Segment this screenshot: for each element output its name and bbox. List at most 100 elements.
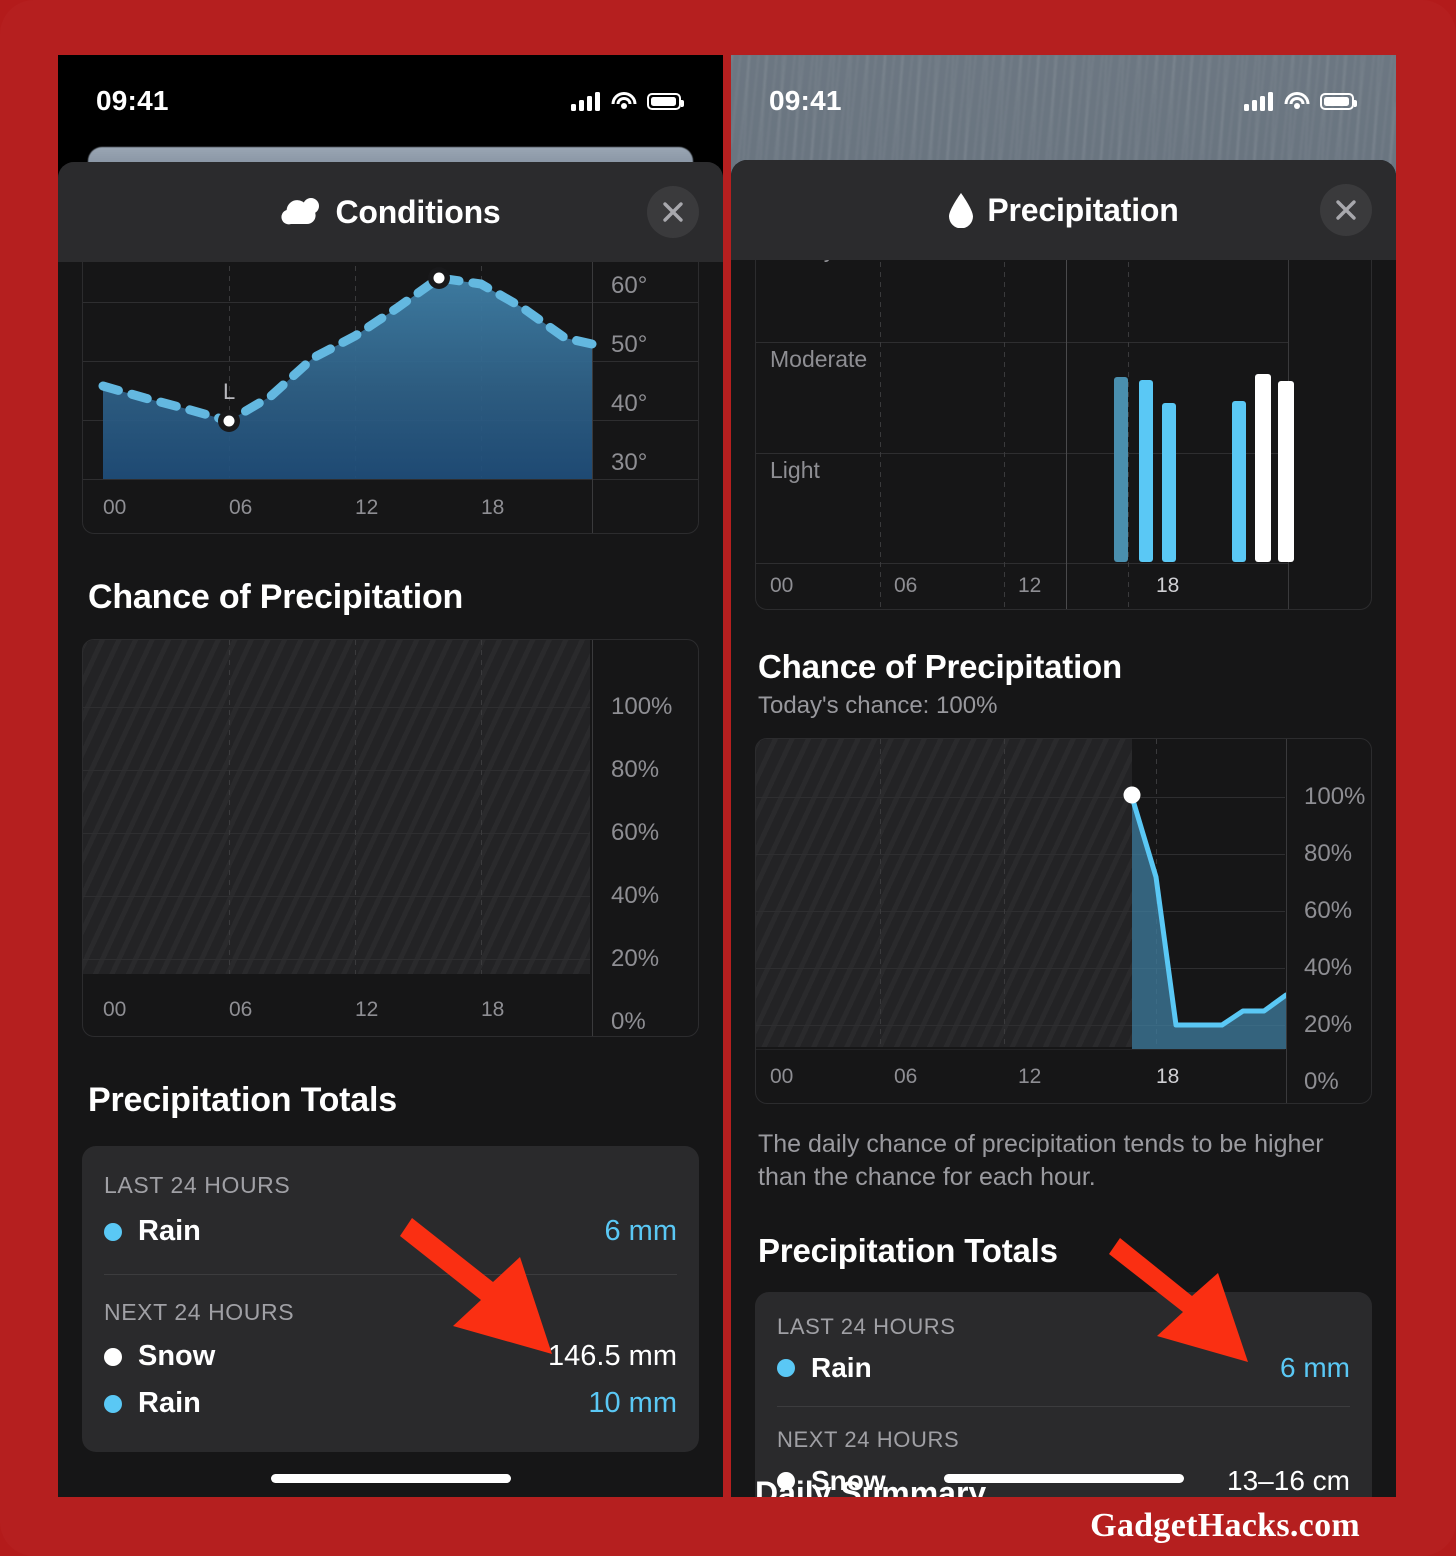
chance-y-tick: 40% — [611, 882, 660, 909]
left-chance-section-title: Chance of Precipitation — [88, 578, 464, 616]
home-indicator — [943, 1474, 1184, 1483]
temp-x-tick: 12 — [355, 496, 379, 519]
signal-bars-icon — [571, 91, 600, 111]
signal-bars-icon — [1244, 91, 1273, 111]
temp-x-tick: 06 — [229, 496, 253, 519]
table-row: Snow 146.5 mm — [104, 1340, 677, 1373]
rain-dot — [777, 1359, 795, 1377]
totals-name: Snow — [138, 1340, 216, 1372]
right-chance-x-tick: 12 — [1018, 1065, 1042, 1088]
right-chance-x-tick: 06 — [894, 1065, 918, 1088]
left-chance-chart: 100% 80% 60% 40% 20% 0% 00 06 12 18 — [82, 639, 699, 1037]
chance-y-tick: 100% — [611, 693, 673, 720]
right-chance-y-tick: 0% — [1304, 1068, 1339, 1095]
intensity-y-tick: Moderate — [770, 346, 868, 372]
totals-name: Rain — [138, 1387, 201, 1419]
low-temp-marker: L — [223, 379, 236, 404]
table-row: Rain 6 mm — [104, 1215, 677, 1248]
phone-right: 09:41 Precipitation Moderate Light 00 06… — [731, 55, 1396, 1497]
totals-group-label: LAST 24 HOURS — [777, 1314, 956, 1339]
chance-y-tick: 0% — [611, 1008, 646, 1035]
right-chance-y-tick: 80% — [1304, 840, 1353, 867]
right-chance-y-tick: 100% — [1304, 783, 1366, 810]
totals-value: 6 mm — [604, 1215, 678, 1247]
rain-dot — [104, 1394, 122, 1413]
intensity-x-tick: 00 — [770, 574, 794, 597]
watermark: GadgetHacks.com — [0, 1496, 1456, 1556]
chance-x-tick: 00 — [103, 998, 127, 1021]
totals-group-label: NEXT 24 HOURS — [104, 1299, 295, 1325]
left-sheet-body[interactable]: L H 60° 50° 40° 30° 00 06 12 18 — [58, 262, 723, 1497]
totals-group-label: NEXT 24 HOURS — [777, 1427, 960, 1452]
right-chance-y-tick: 40% — [1304, 954, 1353, 981]
totals-value: 13–16 cm — [1227, 1465, 1350, 1496]
phone-left: 09:41 Conditions L 60° 50° 40° 30° 00 06… — [58, 55, 723, 1497]
intensity-y-tick: Light — [770, 457, 820, 483]
left-totals-card: LAST 24 HOURS Rain 6 mm NEXT 24 HOURS Sn… — [82, 1146, 699, 1452]
intensity-bar — [1162, 403, 1176, 562]
battery-icon — [647, 92, 684, 110]
intensity-bar — [1139, 380, 1153, 562]
right-chance-y-tick: 60% — [1304, 897, 1353, 924]
right-precipitation-sheet: Precipitation Moderate Light 00 06 12 18… — [731, 160, 1396, 1497]
table-row: Rain 6 mm — [777, 1352, 1350, 1384]
temp-y-tick: 30° — [611, 449, 648, 476]
right-status-bar: 09:41 — [731, 55, 1396, 147]
status-time: 09:41 — [96, 85, 169, 116]
right-sheet-header: Precipitation — [731, 160, 1396, 260]
chance-x-tick: 18 — [481, 998, 505, 1021]
temp-x-tick: 00 — [103, 496, 127, 519]
close-icon[interactable] — [647, 186, 699, 238]
intensity-bar — [1278, 381, 1294, 562]
right-totals-card: LAST 24 HOURS Rain 6 mm NEXT 24 HOURS Sn… — [755, 1292, 1372, 1497]
totals-value: 146.5 mm — [548, 1340, 677, 1372]
right-totals-section-title: Precipitation Totals — [758, 1232, 1058, 1269]
left-totals-section-title: Precipitation Totals — [88, 1081, 397, 1119]
intensity-bar — [1255, 374, 1271, 562]
intensity-bar — [1232, 401, 1246, 562]
left-temperature-chart: L H 60° 50° 40° 30° 00 06 12 18 — [82, 262, 699, 534]
temp-x-tick: 18 — [481, 496, 505, 519]
temp-y-tick: 60° — [611, 272, 648, 299]
close-icon[interactable] — [1320, 184, 1372, 236]
temp-y-tick: 50° — [611, 331, 648, 358]
right-sheet-title: Precipitation — [987, 191, 1179, 228]
right-chance-x-tick: 18 — [1156, 1065, 1180, 1088]
wifi-icon — [611, 91, 636, 111]
right-sheet-body[interactable]: Heavy Moderate Light 00 06 12 18 Chance … — [731, 260, 1396, 1497]
raindrop-icon — [948, 192, 974, 228]
status-indicators — [571, 91, 684, 111]
intensity-x-tick: 18 — [1156, 574, 1180, 597]
totals-name: Rain — [138, 1215, 201, 1247]
totals-group: NEXT 24 HOURS Snow 146.5 mm Rain 10 mm — [104, 1275, 677, 1446]
totals-name: Rain — [811, 1352, 872, 1383]
left-conditions-sheet: Conditions L 60° 50° 40° 30° 00 06 12 18… — [58, 162, 723, 1497]
totals-value: 6 mm — [1280, 1352, 1350, 1383]
intensity-y-tick: Heavy — [770, 260, 835, 263]
screenshot-root: 09:41 Conditions L 60° 50° 40° 30° 00 06… — [0, 0, 1456, 1556]
right-chance-section-title: Chance of Precipitation — [758, 648, 1122, 685]
status-time: 09:41 — [769, 85, 842, 116]
right-chance-y-tick: 20% — [1304, 1011, 1353, 1038]
totals-group: LAST 24 HOURS Rain 6 mm — [104, 1146, 677, 1248]
snow-dot — [104, 1347, 122, 1366]
chance-y-tick: 20% — [611, 945, 660, 972]
temp-y-tick: 40° — [611, 390, 648, 417]
status-indicators — [1244, 91, 1357, 111]
chance-x-tick: 12 — [355, 998, 379, 1021]
wifi-icon — [1284, 91, 1309, 111]
left-sheet-title: Conditions — [335, 193, 501, 230]
intensity-x-tick: 12 — [1018, 574, 1042, 597]
intensity-bar — [1114, 377, 1128, 562]
right-chance-chart: 100% 80% 60% 40% 20% 0% 00 06 12 18 — [755, 738, 1372, 1104]
chance-y-tick: 80% — [611, 756, 660, 783]
rain-dot — [104, 1222, 122, 1241]
right-chance-subtitle: Today's chance: 100% — [758, 692, 998, 719]
home-indicator — [270, 1474, 511, 1483]
totals-value: 10 mm — [588, 1387, 677, 1419]
totals-group-label: LAST 24 HOURS — [104, 1172, 291, 1198]
watermark-text: GadgetHacks.com — [1090, 1507, 1360, 1544]
cloud-icon — [280, 197, 322, 227]
left-sheet-header: Conditions — [58, 162, 723, 262]
left-status-bar: 09:41 — [58, 55, 723, 147]
